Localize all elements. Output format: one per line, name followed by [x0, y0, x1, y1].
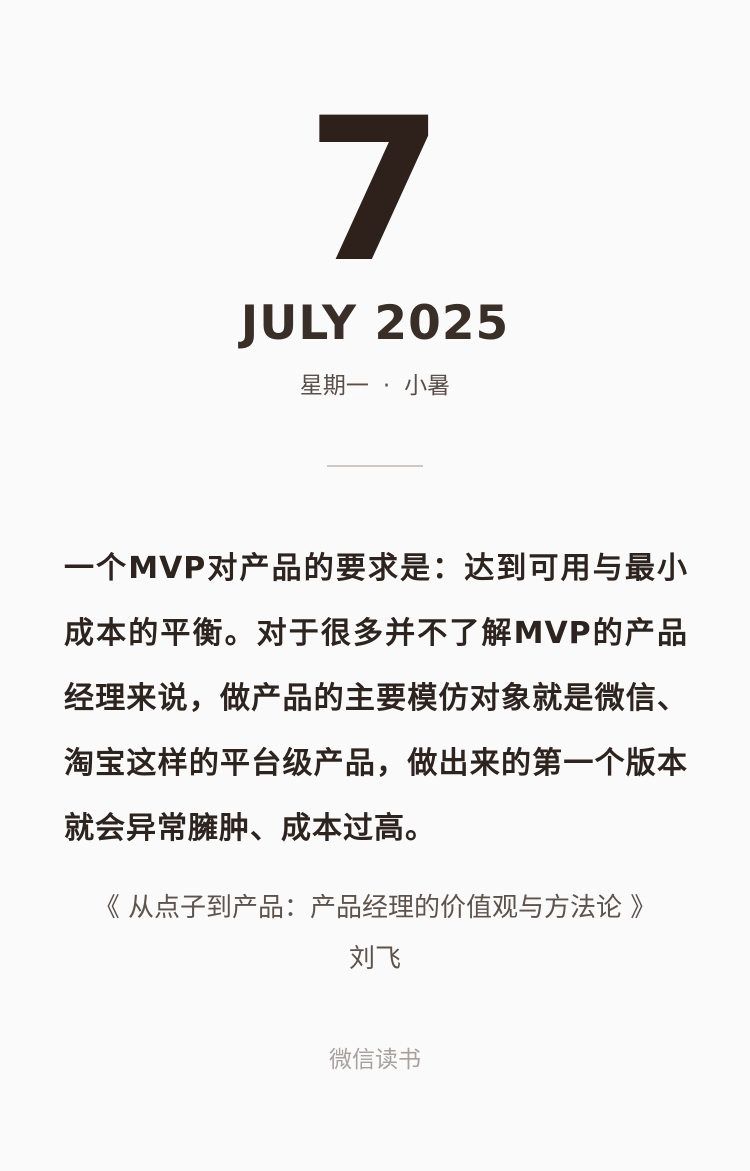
day-number: 7	[306, 75, 444, 306]
brand-label: 微信读书	[329, 1047, 421, 1073]
quote-text: 一个MVP对产品的要求是：达到可用与最小成本的平衡。对于很多并不了解MVP的产品…	[64, 551, 688, 846]
separator-dot: ·	[382, 373, 391, 399]
book-author: 刘飞	[348, 944, 401, 974]
divider	[327, 465, 423, 467]
date-subline: 星期一 · 小暑	[0, 370, 750, 402]
weekday: 星期一	[299, 373, 369, 399]
month-year: JULY 2025	[240, 296, 510, 351]
book-title: 《 从点子到产品：产品经理的价值观与方法论 》	[93, 893, 657, 923]
daily-quote-card: 7 JULY 2025 星期一 · 小暑 一个MVP对产品的要求是：达到可用与最小成…	[0, 0, 750, 1171]
solar-term: 小暑	[404, 373, 451, 399]
